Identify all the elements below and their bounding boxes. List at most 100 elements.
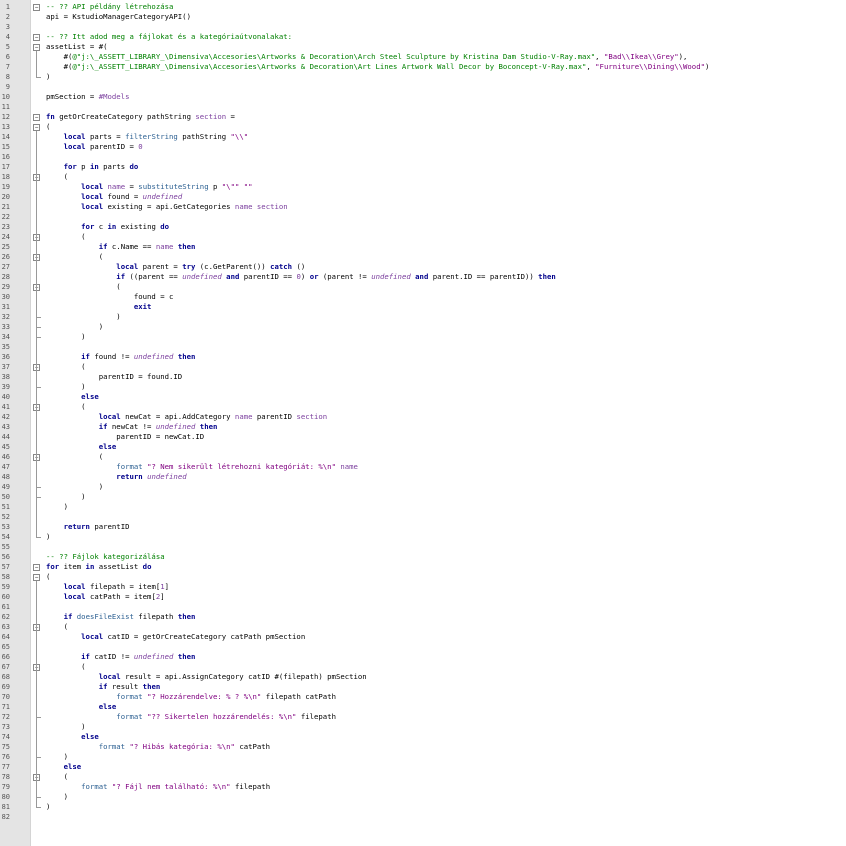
fold-toggle-icon[interactable]: −	[33, 124, 40, 131]
code-line[interactable]: 41− (	[0, 402, 846, 412]
code-line[interactable]: 22	[0, 212, 846, 222]
code-line[interactable]: 37− (	[0, 362, 846, 372]
code-line[interactable]: 44 parentID = newCat.ID	[0, 432, 846, 442]
code-line[interactable]: 68 local result = api.AssignCategory cat…	[0, 672, 846, 682]
code-line[interactable]: 2 api = KstudioManagerCategoryAPI()	[0, 12, 846, 22]
code-line[interactable]: 8)	[0, 72, 846, 82]
code-line[interactable]: 54)	[0, 532, 846, 542]
code-line[interactable]: 23 for c in existing do	[0, 222, 846, 232]
code-line[interactable]: 24− (	[0, 232, 846, 242]
code-line[interactable]: 12 − fn getOrCreateCategory pathString sec…	[0, 112, 846, 122]
code-line[interactable]: 56 -- ?? Fájlok kategorizálása	[0, 552, 846, 562]
line-number: 36	[1, 353, 10, 361]
code-line[interactable]: 38 parentID = found.ID	[0, 372, 846, 382]
code-line[interactable]: 47 format "? Nem sikerült létrehozni kat…	[0, 462, 846, 472]
code-line[interactable]: 1 − -- ?? API példány létrehozása	[0, 2, 846, 12]
code-line[interactable]: 80 )	[0, 792, 846, 802]
code-line[interactable]: 17 for p in parts do	[0, 162, 846, 172]
code-line[interactable]: 10 pmSection = #Models	[0, 92, 846, 102]
code-text: else	[81, 732, 99, 741]
code-line[interactable]: 13 −(	[0, 122, 846, 132]
code-line[interactable]: 63− (	[0, 622, 846, 632]
code-line[interactable]: 51 )	[0, 502, 846, 512]
code-line[interactable]: 7 #(@"j:\_ASSETT_LIBRARY_\Dimensiva\Acce…	[0, 62, 846, 72]
code-text: parentID = found.ID	[46, 372, 183, 381]
line-number: 79	[1, 783, 10, 791]
code-line[interactable]: 33 )	[0, 322, 846, 332]
line-number: 80	[1, 793, 10, 801]
code-line[interactable]: 29− (	[0, 282, 846, 292]
code-line[interactable]: 66 if catID != undefined then	[0, 652, 846, 662]
code-editor[interactable]: 1− -- ?? API példány létrehozása 2 api = Ks…	[0, 0, 846, 846]
code-line[interactable]: 48 return undefined	[0, 472, 846, 482]
code-line[interactable]: 14 local parts = filterString pathString…	[0, 132, 846, 142]
code-line[interactable]: 74 else	[0, 732, 846, 742]
code-line[interactable]: 46− (	[0, 452, 846, 462]
code-line[interactable]: 69 if result then	[0, 682, 846, 692]
code-line[interactable]: 62 if doesFileExist filepath then	[0, 612, 846, 622]
code-line[interactable]: 82	[0, 812, 846, 822]
code-line[interactable]: 71 else	[0, 702, 846, 712]
code-line[interactable]: 81)	[0, 802, 846, 812]
line-number: 27	[1, 263, 10, 271]
code-line[interactable]: 78− (	[0, 772, 846, 782]
code-line[interactable]: 20 local found = undefined	[0, 192, 846, 202]
code-line[interactable]: 50 )	[0, 492, 846, 502]
code-line[interactable]: 5 − assetList = #(	[0, 42, 846, 52]
code-line[interactable]: 25 if c.Name == name then	[0, 242, 846, 252]
code-line[interactable]: 57 − for item in assetList do	[0, 562, 846, 572]
code-line[interactable]: 39 )	[0, 382, 846, 392]
code-line[interactable]: 77 else	[0, 762, 846, 772]
code-line[interactable]: 30 found = c	[0, 292, 846, 302]
code-line[interactable]: 43 if newCat != undefined then	[0, 422, 846, 432]
code-line[interactable]: 72 format "?? Sikertelen hozzárendelés: …	[0, 712, 846, 722]
code-line[interactable]: 79 format "? Fájl nem található: %\n" fi…	[0, 782, 846, 792]
code-line[interactable]: 55	[0, 542, 846, 552]
code-line[interactable]: 26− (	[0, 252, 846, 262]
code-line[interactable]: 75 format "? Hibás kategória: %\n" catPa…	[0, 742, 846, 752]
fold-toggle-icon[interactable]: −	[33, 34, 40, 41]
code-line[interactable]: 15 local parentID = 0	[0, 142, 846, 152]
code-line[interactable]: 73 )	[0, 722, 846, 732]
code-line[interactable]: 35	[0, 342, 846, 352]
code-line[interactable]: 60 local catPath = item[2]	[0, 592, 846, 602]
code-line[interactable]: 49 )	[0, 482, 846, 492]
code-line[interactable]: 59 local filepath = item[1]	[0, 582, 846, 592]
code-line[interactable]: 16	[0, 152, 846, 162]
fold-toggle-icon[interactable]: −	[33, 574, 40, 581]
code-line[interactable]: 70 format "? Hozzárendelve: % ? %\n" fil…	[0, 692, 846, 702]
code-text: (	[46, 772, 68, 781]
code-line[interactable]: 28 if ((parent == undefined and parentID…	[0, 272, 846, 282]
code-line[interactable]: 4 − -- ?? Itt adod meg a fájlokat és a kat…	[0, 32, 846, 42]
code-text: #(@"j:\_ASSETT_LIBRARY_\Dimensiva\Acceso…	[46, 52, 688, 61]
code-line[interactable]: 27 local parent = try (c.GetParent()) ca…	[0, 262, 846, 272]
code-line[interactable]: 6 #(@"j:\_ASSETT_LIBRARY_\Dimensiva\Acce…	[0, 52, 846, 62]
code-line[interactable]: 9	[0, 82, 846, 92]
code-line[interactable]: 31 exit	[0, 302, 846, 312]
code-line[interactable]: 34 )	[0, 332, 846, 342]
code-line[interactable]: 67− (	[0, 662, 846, 672]
code-line[interactable]: 58 −(	[0, 572, 846, 582]
code-line[interactable]: 36 if found != undefined then	[0, 352, 846, 362]
code-line[interactable]: 45 else	[0, 442, 846, 452]
fold-toggle-icon[interactable]: −	[33, 114, 40, 121]
code-line[interactable]: 76 )	[0, 752, 846, 762]
code-line[interactable]: 11	[0, 102, 846, 112]
code-line[interactable]: 52	[0, 512, 846, 522]
code-line[interactable]: 32 )	[0, 312, 846, 322]
code-line[interactable]: 61	[0, 602, 846, 612]
code-text: local parentID = 0	[63, 142, 143, 151]
fold-toggle-icon[interactable]: −	[33, 44, 40, 51]
code-line[interactable]: 3	[0, 22, 846, 32]
code-line[interactable]: 18− (	[0, 172, 846, 182]
code-line[interactable]: 19 local name = substituteString p "\"" …	[0, 182, 846, 192]
code-line[interactable]: 64 local catID = getOrCreateCategory cat…	[0, 632, 846, 642]
fold-toggle-icon[interactable]: −	[33, 564, 40, 571]
code-line[interactable]: 53 return parentID	[0, 522, 846, 532]
code-line[interactable]: 65	[0, 642, 846, 652]
code-line[interactable]: 40 else	[0, 392, 846, 402]
code-line[interactable]: 21 local existing = api.GetCategories na…	[0, 202, 846, 212]
code-line[interactable]: 42 local newCat = api.AddCategory name p…	[0, 412, 846, 422]
fold-end-marker	[36, 487, 41, 488]
fold-toggle-icon[interactable]: −	[33, 4, 40, 11]
